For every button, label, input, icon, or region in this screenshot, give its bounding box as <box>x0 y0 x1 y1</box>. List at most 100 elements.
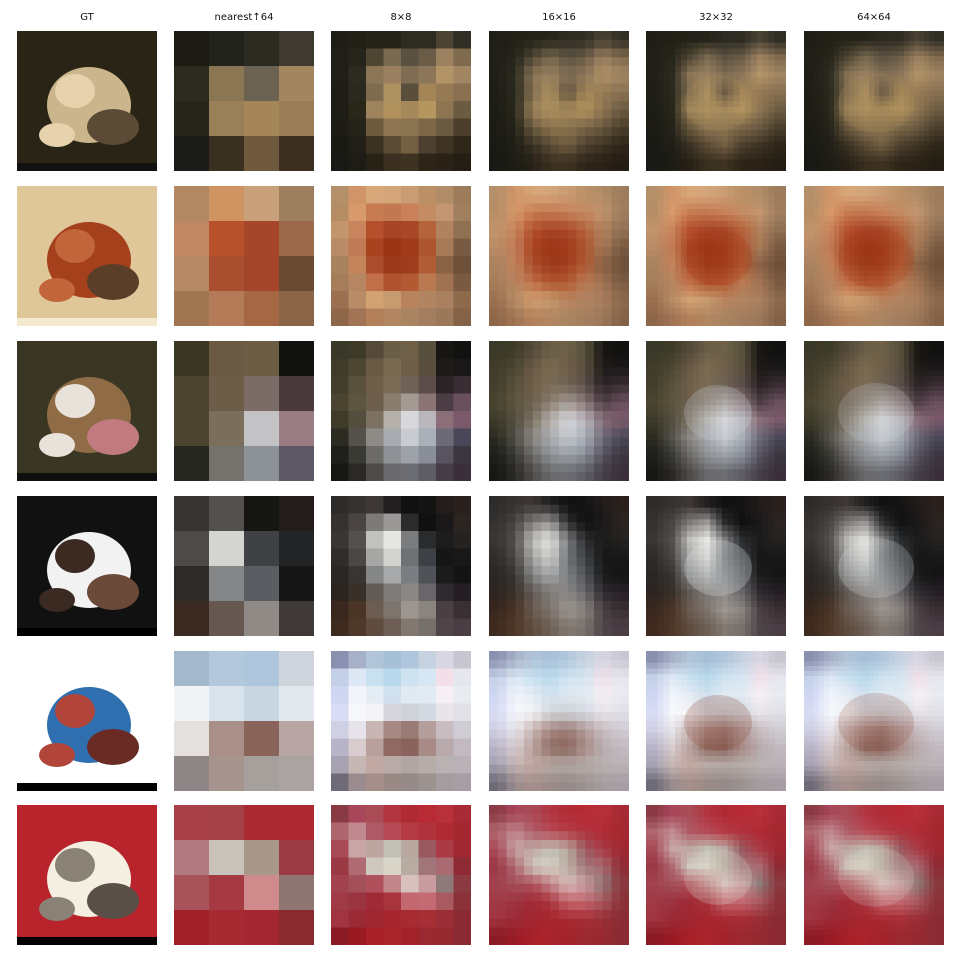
recon-32-pixel <box>751 106 758 114</box>
recon-64-pixel <box>904 191 910 197</box>
recon-32-pixel <box>745 153 752 160</box>
recon-16-pixel <box>559 299 569 310</box>
recon-32-pixel <box>780 416 786 424</box>
recon-64-pixel <box>804 311 810 317</box>
recon-64-pixel <box>804 251 810 257</box>
recon-64-pixel <box>909 31 915 37</box>
recon-64-pixel <box>864 316 870 322</box>
recon-64-pixel <box>844 206 850 212</box>
recon-64-pixel <box>854 341 860 347</box>
recon-64-pixel <box>894 146 900 152</box>
recon-16-pixel <box>585 136 595 146</box>
recon-64-pixel <box>939 31 944 37</box>
recon-64-pixel <box>939 246 944 252</box>
recon-32-pixel <box>733 314 740 321</box>
recon-16-pixel <box>515 66 525 76</box>
recon-32-pixel <box>657 124 665 131</box>
recon-64-pixel <box>874 361 880 367</box>
recon-64-pixel <box>804 51 810 57</box>
recon-32-pixel <box>657 71 665 79</box>
lowres-8-pixel <box>331 463 350 481</box>
recon-32-pixel <box>686 147 694 155</box>
recon-32-pixel <box>756 54 764 61</box>
recon-64-pixel <box>824 206 830 212</box>
recon-64-pixel <box>809 436 815 442</box>
recon-32-pixel <box>657 451 665 459</box>
recon-64-pixel <box>904 221 910 227</box>
recon-32-pixel <box>663 285 670 292</box>
recon-64-pixel <box>804 141 810 147</box>
recon-16-pixel <box>611 136 621 146</box>
recon-64-pixel <box>834 266 840 272</box>
recon-64-pixel <box>909 196 915 202</box>
recon-64-pixel <box>839 366 845 372</box>
recon-32-pixel <box>727 136 735 143</box>
recon-32-pixel <box>716 215 723 222</box>
recon-32-pixel <box>686 469 694 476</box>
recon-64-pixel <box>894 196 900 202</box>
recon-32-pixel <box>657 296 665 304</box>
recon-64-pixel <box>914 416 920 422</box>
recon-64-pixel <box>889 306 895 312</box>
recon-64-pixel <box>839 161 845 167</box>
recon-64-pixel <box>864 346 870 352</box>
recon-64-pixel <box>844 186 850 192</box>
recon-64-pixel <box>904 156 910 162</box>
lowres-8-pixel <box>331 101 350 120</box>
recon-64-pixel <box>924 131 930 137</box>
recon-64-pixel <box>814 231 820 237</box>
recon-32-pixel <box>768 314 775 321</box>
lowres-8-pixel <box>383 48 402 67</box>
recon-64-pixel <box>909 141 915 147</box>
recon-32-pixel <box>651 273 659 280</box>
recon-16-pixel <box>489 229 499 240</box>
recon-32-pixel <box>663 250 670 257</box>
recon-32-pixel <box>646 296 653 304</box>
recon-32-pixel <box>762 136 770 143</box>
recon-32-pixel <box>646 153 653 160</box>
recon-64-pixel <box>844 231 850 237</box>
recon-32-pixel <box>721 165 729 171</box>
recon-32-pixel <box>780 302 786 310</box>
recon-32-pixel <box>651 36 659 44</box>
recon-16-pixel <box>559 393 569 403</box>
recon-16-pixel <box>602 83 613 93</box>
recon-64-pixel <box>914 441 920 447</box>
recon-64-pixel <box>914 201 920 207</box>
recon-32-pixel <box>739 463 746 470</box>
recon-32-pixel <box>663 387 670 395</box>
recon-32-pixel <box>716 457 723 465</box>
recon-32-pixel <box>780 261 786 269</box>
recon-64-pixel <box>939 126 944 132</box>
recon-32-pixel <box>646 89 653 96</box>
recon-16-pixel <box>550 48 560 58</box>
recon-16-pixel <box>620 282 629 292</box>
recon-16-pixel <box>620 367 629 377</box>
recon-32-pixel <box>669 393 676 400</box>
recon-32-pixel <box>762 457 770 465</box>
recon-64-pixel <box>824 221 830 227</box>
recon-16-pixel <box>541 419 551 430</box>
nearest-pixel <box>279 291 314 326</box>
recon-32-pixel <box>675 364 682 371</box>
recon-64-pixel <box>934 316 940 322</box>
recon-64-pixel <box>824 436 830 442</box>
recon-16-pixel <box>532 393 543 403</box>
recon-32-pixel <box>675 71 682 79</box>
recon-32-pixel <box>751 83 758 90</box>
recon-16-pixel <box>611 402 621 412</box>
recon-16-pixel <box>620 31 629 41</box>
recon-64-pixel <box>899 321 905 326</box>
recon-64-pixel <box>909 66 915 72</box>
recon-64-pixel <box>809 361 815 367</box>
recon-32-pixel <box>692 54 700 61</box>
recon-16-pixel <box>594 221 604 231</box>
recon-32-pixel <box>710 130 717 137</box>
recon-16-pixel <box>620 66 629 76</box>
recon-32-pixel <box>663 399 670 406</box>
recon-16-pixel <box>585 83 595 93</box>
recon-64-pixel <box>864 61 870 67</box>
recon-16-pixel <box>559 186 569 196</box>
recon-64-pixel <box>939 401 944 407</box>
recon-64-pixel <box>814 271 820 277</box>
